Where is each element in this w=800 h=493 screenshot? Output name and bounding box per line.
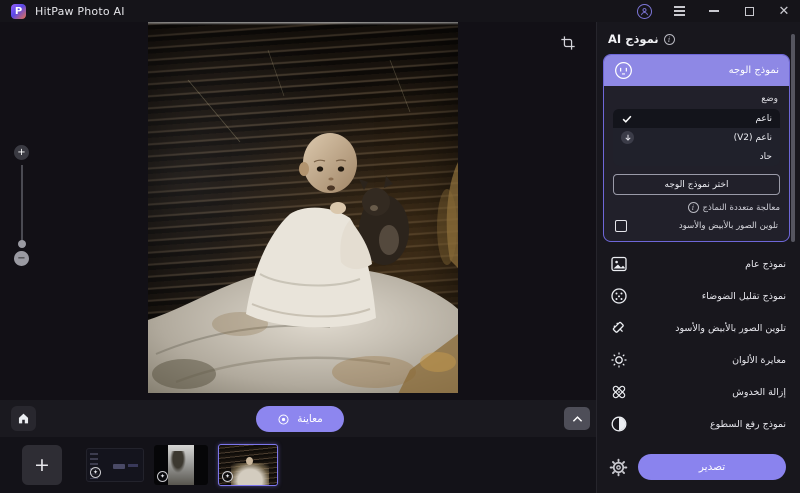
thumbnail-dark-ui[interactable]: ✦ — [86, 448, 144, 482]
mode-option-sharp[interactable]: حاد — [613, 147, 780, 166]
zoom-slider-handle[interactable] — [18, 240, 26, 248]
sidebar-title: نموذج AI — [608, 32, 659, 46]
add-image-button[interactable]: + — [22, 445, 62, 485]
denoise-icon — [610, 287, 628, 305]
model-item-colorize[interactable]: تلوين الصور بالأبيض والأسود — [597, 312, 800, 344]
zoom-in-button[interactable]: + — [14, 145, 29, 160]
mode-option-label: حاد — [760, 152, 772, 162]
app-window: P HitPaw Photo AI ✕ + − — [0, 0, 800, 493]
titlebar: P HitPaw Photo AI ✕ — [0, 0, 800, 22]
bottom-toolbar: معاينة — [0, 400, 596, 437]
face-model-header[interactable]: نموذج الوجه — [604, 55, 789, 86]
colorize-brush-icon — [610, 319, 628, 337]
filmstrip: + ✦ ✦ ✦ — [0, 437, 596, 493]
old-baby-photo-artwork — [148, 22, 458, 393]
brightness-contrast-icon — [610, 415, 628, 433]
app-title: HitPaw Photo AI — [35, 5, 125, 18]
face-model-panel: نموذج الوجه وضع ناعم ناعم (V2) — [603, 54, 790, 242]
preview-eye-icon — [277, 413, 290, 426]
mode-option-soft[interactable]: ناعم — [613, 109, 780, 128]
colorize-checkbox[interactable] — [615, 220, 627, 232]
zoom-slider-track[interactable] — [21, 165, 23, 245]
hamburger-icon — [674, 6, 685, 15]
window-controls: ✕ — [636, 0, 792, 22]
preview-button-label: معاينة — [297, 413, 323, 425]
preview-button[interactable]: معاينة — [256, 406, 344, 432]
minimize-button[interactable] — [706, 3, 722, 19]
model-item-general[interactable]: نموذج عام — [597, 248, 800, 280]
multi-model-label: معالجة متعددة النماذج — [703, 203, 781, 213]
mode-option-soft-v2[interactable]: ناعم (V2) — [613, 128, 780, 147]
face-model-icon — [613, 60, 634, 81]
maximize-icon — [745, 7, 754, 16]
collapse-panel-button[interactable] — [564, 407, 590, 430]
scratch-removal-icon — [610, 383, 628, 401]
model-item-brightness[interactable]: نموذج رفع السطوع — [597, 408, 800, 440]
thumbnail-content — [170, 451, 186, 473]
mode-option-label: ناعم (V2) — [734, 133, 772, 143]
close-icon: ✕ — [779, 5, 790, 18]
home-button[interactable] — [11, 406, 36, 431]
zoom-control: + − — [13, 145, 30, 266]
thumbnail-content — [113, 464, 125, 469]
account-avatar-icon[interactable] — [636, 3, 652, 19]
right-sidebar: نموذج AI i نموذج الوجه وضع — [596, 22, 800, 493]
mode-option-label: ناعم — [755, 114, 772, 124]
export-button[interactable]: تصدير — [638, 454, 786, 480]
minimize-icon — [709, 10, 719, 12]
info-icon[interactable]: i — [688, 202, 699, 213]
menu-icon[interactable] — [671, 3, 687, 19]
thumbnail-grayscale-portrait[interactable]: ✦ — [154, 445, 208, 485]
editor-canvas: + − — [0, 22, 596, 400]
info-icon[interactable]: i — [664, 34, 675, 45]
processed-status-badge: ✦ — [90, 467, 101, 478]
face-model-body: وضع ناعم ناعم (V2) — [604, 86, 789, 241]
choose-face-model-button[interactable]: اختر نموذج الوجه — [613, 174, 780, 195]
model-item-scratch-removal[interactable]: إزالة الخدوش — [597, 376, 800, 408]
check-icon — [621, 113, 633, 125]
mode-label: وضع — [613, 94, 778, 104]
face-model-title: نموذج الوجه — [729, 65, 779, 76]
photo-canvas[interactable] — [148, 22, 458, 393]
colorize-checkbox-label: تلوين الصور بالأبيض والأسود — [679, 221, 778, 231]
thumbnail-content — [246, 457, 253, 465]
thumbnail-baby-photo-selected[interactable]: ✦ — [218, 444, 278, 486]
home-icon — [17, 412, 30, 425]
crop-icon — [560, 35, 576, 51]
download-icon[interactable] — [621, 131, 634, 144]
export-row: تصدير — [597, 454, 800, 480]
model-item-denoise[interactable]: نموذج تقليل الضوضاء — [597, 280, 800, 312]
model-list: نموذج عام نموذج تقليل الضوضاء — [597, 248, 800, 454]
zoom-out-button[interactable]: − — [14, 251, 29, 266]
thumbnail-content — [231, 463, 269, 485]
image-icon — [610, 255, 628, 273]
model-item-color-calibration[interactable]: معايرة الألوان — [597, 344, 800, 376]
processed-status-badge: ✦ — [222, 471, 233, 482]
crop-tool-button[interactable] — [560, 35, 578, 53]
chevron-up-icon — [572, 415, 583, 423]
maximize-button[interactable] — [741, 3, 757, 19]
processed-status-badge: ✦ — [157, 471, 168, 482]
sidebar-header: نموذج AI i — [608, 32, 800, 46]
multi-model-row: i معالجة متعددة النماذج — [613, 202, 780, 213]
sun-calibration-icon — [610, 351, 628, 369]
app-logo-icon: P — [11, 4, 26, 19]
user-icon — [637, 4, 652, 19]
close-button[interactable]: ✕ — [776, 3, 792, 19]
sidebar-scrollbar[interactable] — [791, 34, 795, 242]
colorize-checkbox-row: تلوين الصور بالأبيض والأسود — [613, 220, 780, 232]
settings-gear-icon[interactable] — [609, 458, 628, 477]
mode-options: ناعم ناعم (V2) حاد — [613, 109, 780, 166]
